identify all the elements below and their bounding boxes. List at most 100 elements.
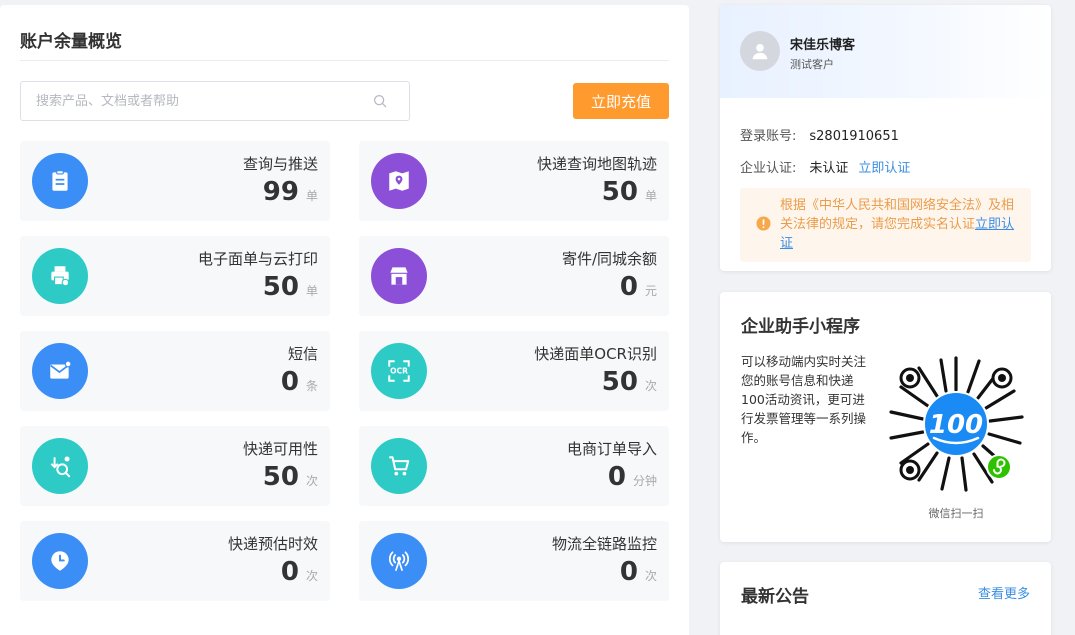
balance-card-shipping-balance[interactable]: 寄件/同城余额 0 元 xyxy=(359,236,669,316)
card-number: 99 xyxy=(262,177,299,207)
card-value: 0 分钟 xyxy=(608,462,657,492)
card-number: 50 xyxy=(262,462,299,492)
card-number: 0 xyxy=(280,557,299,587)
balance-card-delivery-estimate[interactable]: 快递预估时效 0 次 xyxy=(20,521,330,601)
login-label: 登录账号: xyxy=(740,129,797,144)
login-account-row: 登录账号: s2801910651 xyxy=(740,125,899,144)
certification-row: 企业认证: 未认证 立即认证 xyxy=(740,157,910,176)
balance-card-order-import[interactable]: 电商订单导入 0 分钟 xyxy=(359,426,669,506)
warning-icon xyxy=(756,216,771,231)
avatar[interactable] xyxy=(740,31,780,71)
card-name: 短信 xyxy=(287,345,318,363)
balance-card-e-waybill-print[interactable]: 电子面单与云打印 50 单 xyxy=(20,236,330,316)
card-unit: 单 xyxy=(305,284,318,298)
card-unit: 次 xyxy=(305,569,318,583)
card-icon-circle xyxy=(32,153,88,209)
card-name: 快递面单OCR识别 xyxy=(534,345,657,363)
card-icon-circle xyxy=(32,533,88,589)
card-number: 50 xyxy=(262,272,299,302)
card-unit: 次 xyxy=(644,379,657,393)
mini-program-description: 可以移动端内实时关注您的账号信息和快递100活动资讯，更可进行发票管理等一系列操… xyxy=(741,354,867,445)
card-name: 电商订单导入 xyxy=(566,440,657,458)
card-unit: 条 xyxy=(305,379,318,393)
qr-caption: 微信扫一扫 xyxy=(928,507,984,520)
card-unit: 次 xyxy=(644,569,657,583)
balance-card-grid: 查询与推送 99 单 快递查询地图轨迹 50 单 电子面单与云打印 50 单 寄… xyxy=(20,141,669,601)
card-value: 50 单 xyxy=(602,177,657,207)
search-box[interactable] xyxy=(20,81,410,121)
card-icon-circle xyxy=(32,343,88,399)
balance-card-query-push[interactable]: 查询与推送 99 单 xyxy=(20,141,330,221)
printer-cloud-icon xyxy=(51,266,70,287)
card-value: 0 条 xyxy=(281,367,318,397)
card-value: 50 次 xyxy=(263,462,318,492)
card-number: 50 xyxy=(601,177,638,207)
balance-overview-panel: 账户余量概览 立即充值 查询与推送 99 单 快递查询地图轨迹 xyxy=(0,5,689,635)
card-unit: 单 xyxy=(644,189,657,203)
clock-pin-icon xyxy=(51,551,69,571)
divider xyxy=(20,60,669,61)
cart-icon xyxy=(389,456,410,476)
card-icon-circle: OCR xyxy=(371,343,427,399)
card-name: 寄件/同城余额 xyxy=(561,250,657,268)
shop-icon xyxy=(390,267,408,285)
mini-program-panel: 企业助手小程序 可以移动端内实时关注您的账号信息和快递100活动资讯，更可进行发… xyxy=(720,292,1051,542)
ocr-icon: OCR xyxy=(388,360,410,382)
clipboard-icon xyxy=(52,170,68,191)
card-unit: 单 xyxy=(305,189,318,203)
balance-card-ocr[interactable]: OCR 快递面单OCR识别 50 次 xyxy=(359,331,669,411)
balance-card-full-chain-monitor[interactable]: 物流全链路监控 0 次 xyxy=(359,521,669,601)
balance-card-map-track[interactable]: 快递查询地图轨迹 50 单 xyxy=(359,141,669,221)
qr-code: 100 xyxy=(889,356,1024,492)
card-name: 查询与推送 xyxy=(242,155,318,173)
card-value: 99 单 xyxy=(263,177,318,207)
card-number: 0 xyxy=(619,272,638,302)
card-number: 0 xyxy=(607,462,626,492)
svg-text:OCR: OCR xyxy=(390,367,408,376)
search-check-icon xyxy=(50,456,71,478)
announcement-title: 最新公告 xyxy=(741,587,809,607)
card-name: 快递可用性 xyxy=(242,440,318,458)
card-name: 快递预估时效 xyxy=(227,535,318,553)
certification-warning: 根据《中华人民共和国网络安全法》及相关法律的规定，请您完成实名认证立即认证 xyxy=(740,188,1031,262)
mini-program-title: 企业助手小程序 xyxy=(741,317,860,337)
card-icon-circle xyxy=(371,248,427,304)
card-icon-circle xyxy=(32,248,88,304)
qr-logo-text: 100 xyxy=(929,410,983,440)
user-name: 宋佳乐博客 xyxy=(790,38,856,53)
message-icon xyxy=(50,360,72,379)
announcement-panel: 最新公告 查看更多 xyxy=(720,562,1051,635)
card-name: 快递查询地图轨迹 xyxy=(536,155,657,173)
user-icon xyxy=(752,43,768,60)
cert-status: 未认证 xyxy=(809,161,849,176)
card-name: 物流全链路监控 xyxy=(551,535,657,553)
antenna-icon xyxy=(388,551,410,572)
card-value: 0 次 xyxy=(281,557,318,587)
view-more-link[interactable]: 查看更多 xyxy=(978,583,1030,602)
panel-title: 账户余量概览 xyxy=(20,32,122,52)
card-value: 0 次 xyxy=(620,557,657,587)
card-name: 电子面单与云打印 xyxy=(197,250,318,268)
card-icon-circle xyxy=(371,153,427,209)
balance-card-sms[interactable]: 短信 0 条 xyxy=(20,331,330,411)
cert-label: 企业认证: xyxy=(740,161,797,176)
login-value: s2801910651 xyxy=(809,129,899,144)
card-unit: 分钟 xyxy=(632,474,657,488)
card-number: 0 xyxy=(280,367,299,397)
balance-card-availability[interactable]: 快递可用性 50 次 xyxy=(20,426,330,506)
card-number: 0 xyxy=(619,557,638,587)
search-input[interactable] xyxy=(21,82,351,120)
card-unit: 次 xyxy=(305,474,318,488)
card-unit: 元 xyxy=(644,284,657,298)
card-value: 50 单 xyxy=(263,272,318,302)
account-header: 宋佳乐博客 测试客户 xyxy=(720,5,1051,98)
certify-now-link[interactable]: 立即认证 xyxy=(858,161,910,176)
card-icon-circle xyxy=(32,438,88,494)
search-icon[interactable] xyxy=(373,94,387,108)
map-pin-icon xyxy=(389,171,409,191)
card-value: 0 元 xyxy=(620,272,657,302)
card-value: 50 次 xyxy=(602,367,657,397)
card-number: 50 xyxy=(601,367,638,397)
user-type: 测试客户 xyxy=(790,58,834,71)
recharge-button[interactable]: 立即充值 xyxy=(573,83,669,119)
